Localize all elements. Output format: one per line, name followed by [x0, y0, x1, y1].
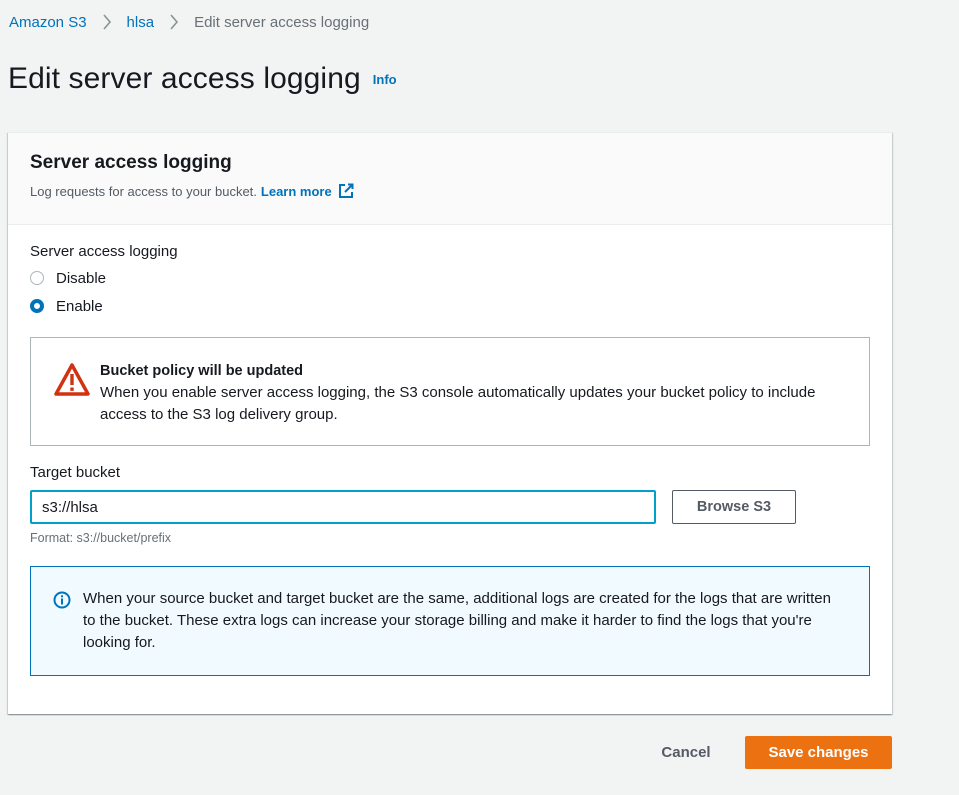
format-hint: Format: s3://bucket/prefix [30, 531, 172, 545]
section-description: Log requests for access to your bucket. … [30, 183, 870, 199]
container-header: Server access logging Log requests for a… [8, 133, 892, 225]
radio-button-disable[interactable] [30, 271, 44, 285]
radio-label-disable: Disable [56, 269, 107, 287]
chevron-right-icon [87, 12, 127, 32]
target-bucket-input[interactable] [30, 490, 656, 524]
page-header: Edit server access logging Info [8, 62, 397, 96]
radio-disable[interactable]: Disable [30, 264, 870, 292]
container-body: Server access logging Disable Enable [8, 225, 892, 320]
radio-enable[interactable]: Enable [30, 292, 870, 320]
learn-more-link[interactable]: Learn more [261, 184, 332, 199]
info-alert-text: When your source bucket and target bucke… [83, 590, 831, 651]
radio-button-enable[interactable] [30, 299, 44, 313]
browse-s3-button[interactable]: Browse S3 [672, 490, 796, 524]
external-link-icon[interactable] [338, 183, 354, 199]
same-bucket-info-alert: When your source bucket and target bucke… [30, 566, 870, 676]
description-text: Log requests for access to your bucket. [30, 183, 257, 199]
warning-body: When you enable server access logging, t… [100, 384, 816, 423]
save-changes-button[interactable]: Save changes [745, 736, 892, 769]
warning-text: Bucket policy will be updated When you e… [100, 360, 839, 426]
radio-label-enable: Enable [56, 297, 103, 315]
page-title: Edit server access logging [8, 62, 361, 95]
info-circle-icon [53, 591, 71, 609]
section-title: Server access logging [30, 152, 232, 173]
breadcrumb: Amazon S3 hlsa Edit server access loggin… [9, 12, 369, 32]
logging-field-label: Server access logging [30, 243, 178, 260]
warning-triangle-icon [53, 362, 91, 398]
breadcrumb-link-amazon-s3[interactable]: Amazon S3 [9, 14, 87, 31]
bucket-policy-warning: Bucket policy will be updated When you e… [30, 337, 870, 446]
warning-title: Bucket policy will be updated [100, 363, 304, 379]
cancel-button[interactable]: Cancel [648, 736, 724, 768]
info-link[interactable]: Info [373, 72, 397, 87]
breadcrumb-link-bucket[interactable]: hlsa [127, 14, 155, 31]
target-bucket-label: Target bucket [30, 464, 121, 481]
server-access-logging-container: Server access logging Log requests for a… [8, 132, 892, 714]
breadcrumb-current: Edit server access logging [194, 13, 370, 31]
chevron-right-icon [154, 12, 194, 32]
